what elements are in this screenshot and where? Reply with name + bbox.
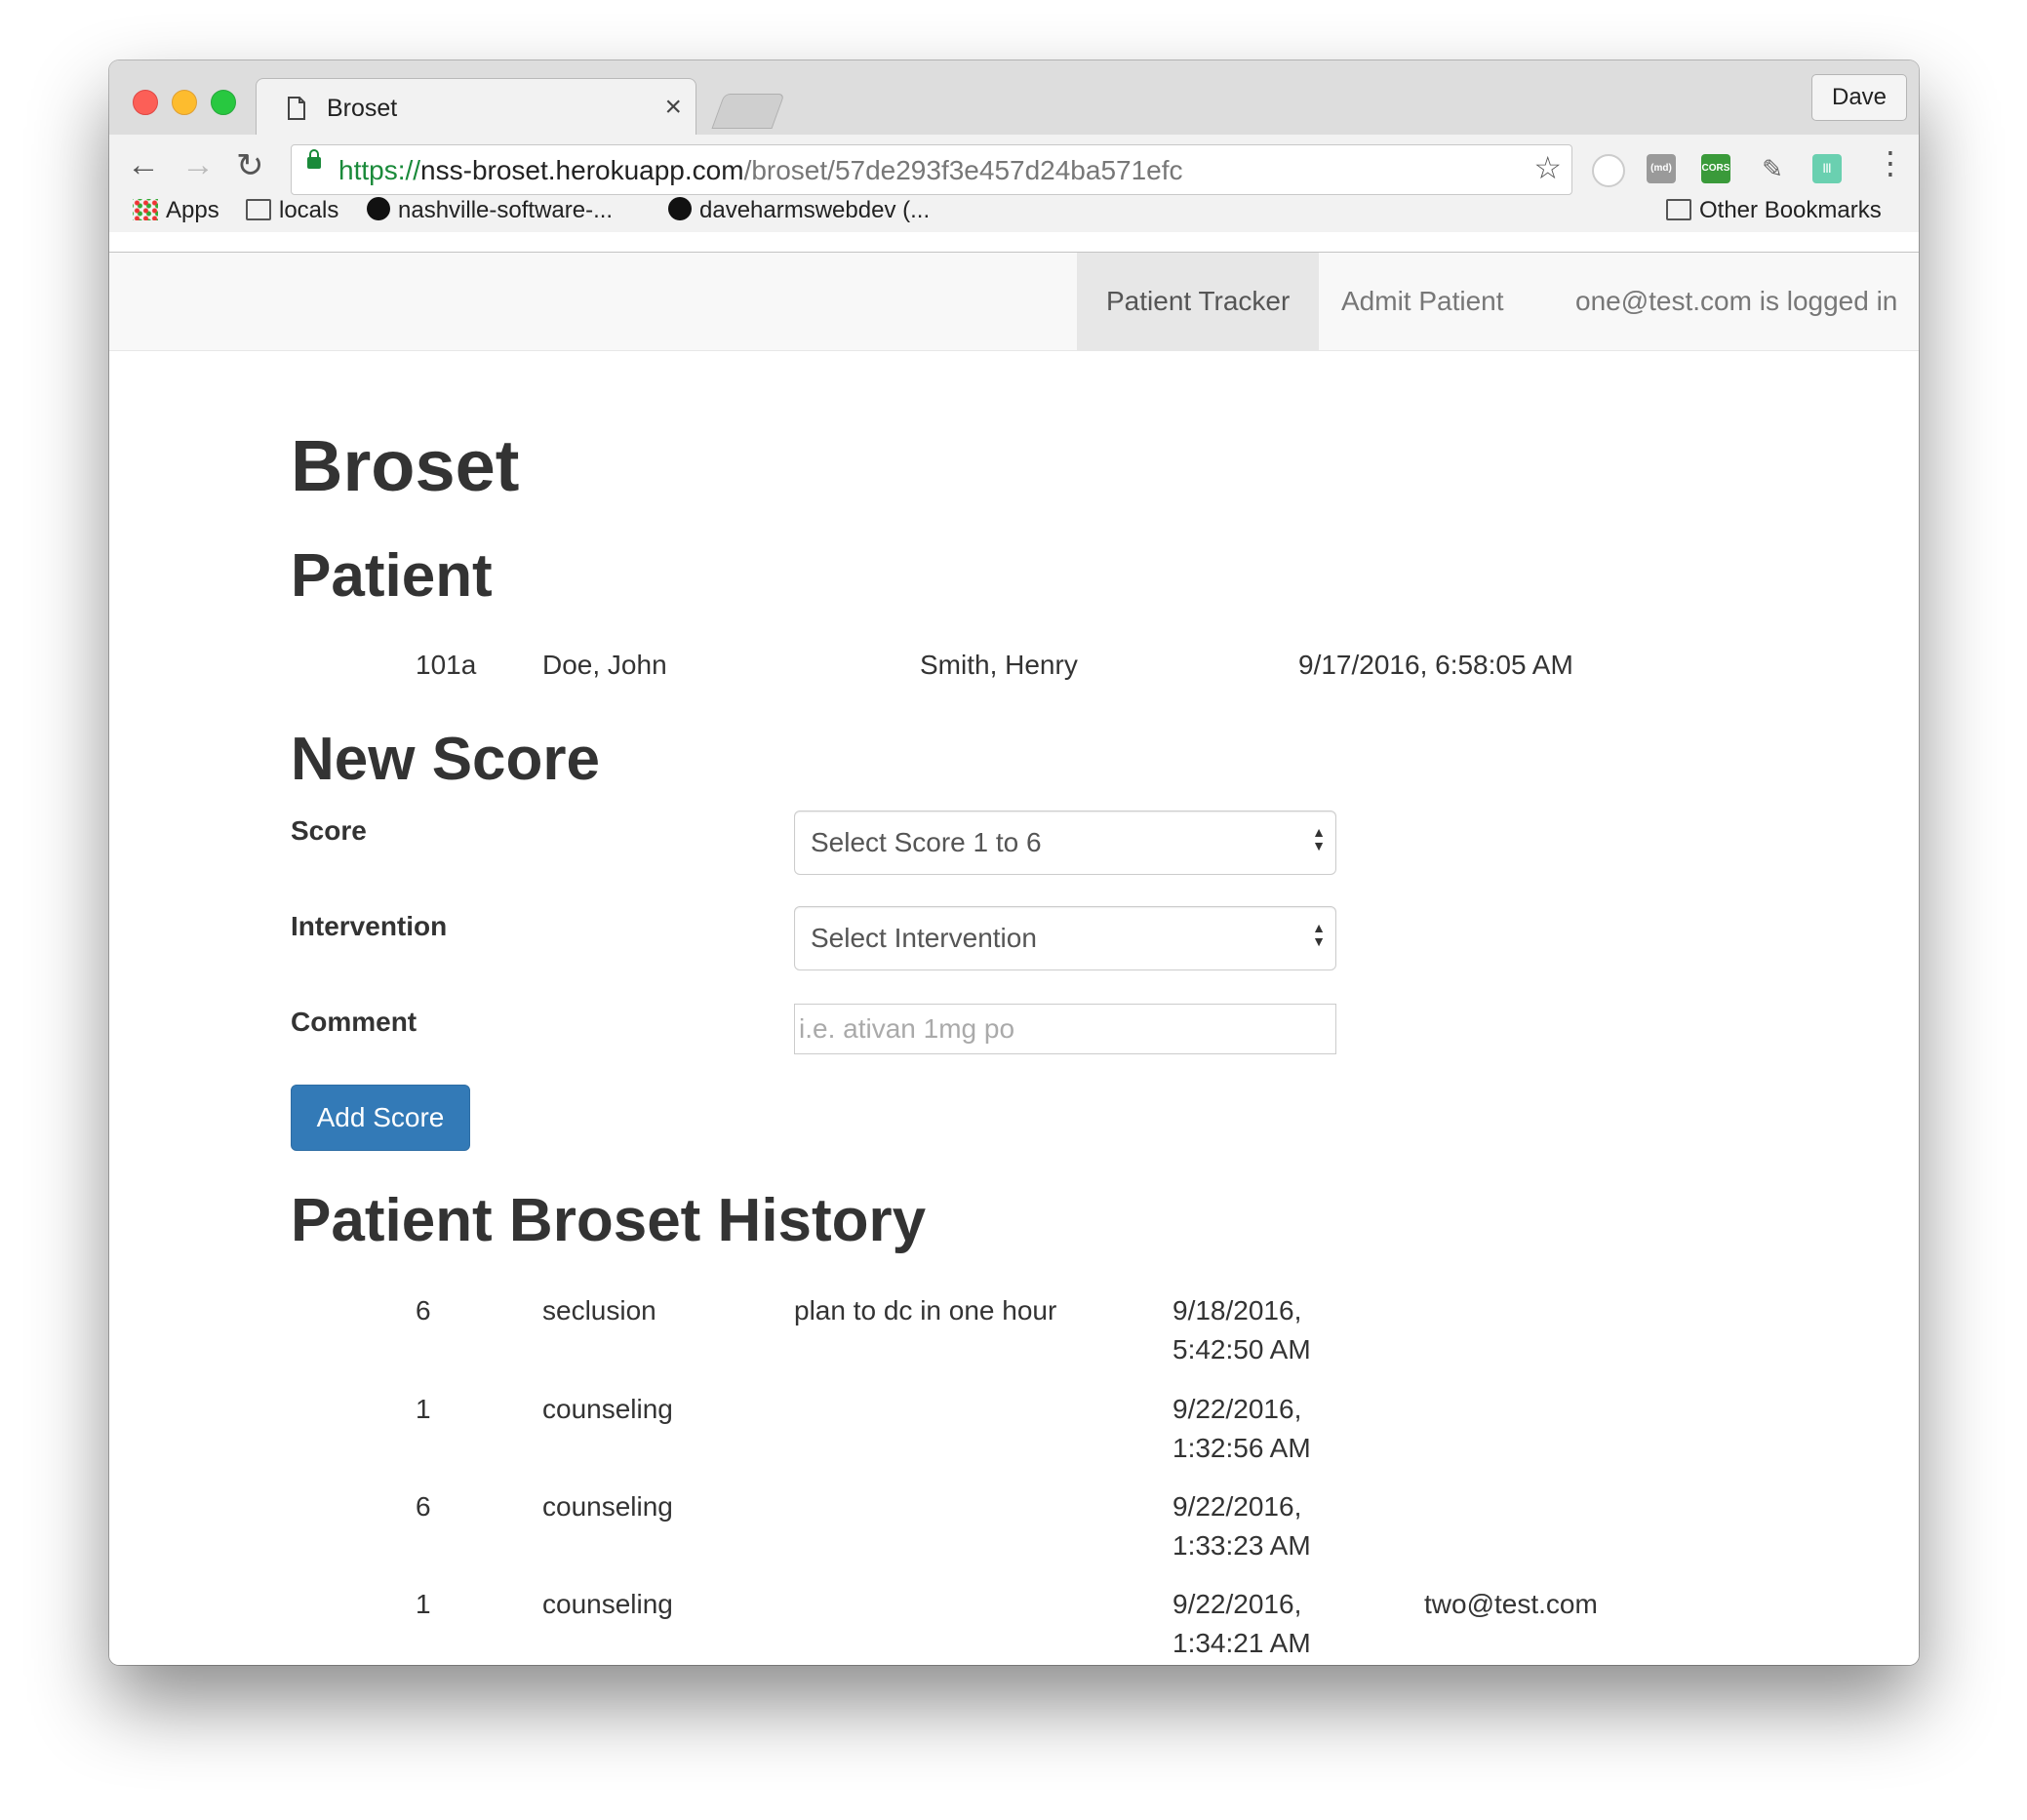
intervention-label: Intervention: [291, 911, 448, 941]
history-intervention: counseling: [542, 1394, 673, 1424]
apps-icon: [133, 199, 158, 220]
bookmark-other-bookmarks[interactable]: Other Bookmarks: [1666, 197, 1882, 224]
patient-heading: Patient: [291, 542, 493, 610]
bookmark-label: locals: [279, 197, 339, 223]
nav-patient-tracker[interactable]: Patient Tracker: [1077, 253, 1320, 350]
close-window-button[interactable]: [133, 90, 158, 115]
intervention-select[interactable]: Select Intervention ▲ ▼: [794, 906, 1336, 970]
zoom-window-button[interactable]: [211, 90, 236, 115]
intervention-select-value: Select Intervention: [811, 923, 1037, 953]
comment-label: Comment: [291, 1007, 417, 1037]
minimize-window-button[interactable]: [172, 90, 197, 115]
history-intervention: counseling: [542, 1491, 673, 1522]
add-score-button[interactable]: Add Score: [291, 1085, 470, 1151]
eyedropper-extension-icon[interactable]: ✎: [1758, 154, 1787, 183]
bookmark-label: Apps: [166, 197, 219, 223]
comment-input[interactable]: i.e. ativan 1mg po: [794, 1004, 1336, 1054]
audio-extension-icon[interactable]: |||: [1812, 154, 1842, 183]
bookmark-label: nashville-software-...: [398, 197, 614, 223]
browser-window: Broset × Dave ← → ↻ https://nss-broset.h…: [109, 60, 1919, 1665]
history-score: 1: [416, 1589, 431, 1619]
select-arrows-icon: ▲ ▼: [1312, 920, 1326, 949]
score-select[interactable]: Select Score 1 to 6 ▲ ▼: [794, 811, 1336, 875]
browser-tab-broset[interactable]: Broset ×: [256, 78, 696, 136]
bookmark-nashville-software[interactable]: nashville-software-...: [367, 197, 613, 224]
patient-room: 101a: [416, 650, 477, 680]
history-time: 5:42:50 AM: [1172, 1334, 1311, 1365]
history-time: 1:32:56 AM: [1172, 1433, 1311, 1463]
nav-admit-patient[interactable]: Admit Patient: [1312, 253, 1533, 350]
browser-menu-icon[interactable]: ⋮: [1875, 144, 1906, 181]
history-user: two@test.com: [1424, 1589, 1598, 1619]
page-title: Broset: [291, 425, 520, 506]
bookmark-label: Other Bookmarks: [1699, 197, 1882, 223]
address-bar[interactable]: https://nss-broset.herokuapp.com/broset/…: [291, 144, 1572, 195]
history-comment: plan to dc in one hour: [794, 1295, 1057, 1325]
history-date: 9/18/2016,: [1172, 1295, 1302, 1325]
history-score: 6: [416, 1295, 431, 1325]
patient-admitted-date: 9/17/2016, 6:58:05 AM: [1298, 650, 1573, 680]
github-icon: [668, 197, 692, 220]
logged-in-status: one@test.com is logged in: [1575, 286, 1898, 316]
extension-circle-icon[interactable]: [1592, 154, 1625, 187]
bookmark-locals[interactable]: locals: [246, 197, 338, 224]
markdown-extension-icon[interactable]: (md): [1647, 154, 1676, 183]
bookmark-label: daveharmswebdev (...: [699, 197, 931, 223]
page-icon: [288, 97, 305, 120]
github-icon: [367, 197, 390, 220]
reload-icon[interactable]: ↻: [236, 146, 264, 185]
app-navbar: Patient Tracker Admit Patient one@test.c…: [109, 253, 1919, 351]
bookmark-star-icon[interactable]: ☆: [1533, 149, 1562, 186]
history-score: 6: [416, 1491, 431, 1522]
patient-provider: Smith, Henry: [920, 650, 1078, 680]
close-tab-icon[interactable]: ×: [664, 91, 682, 124]
profile-button[interactable]: Dave: [1811, 74, 1907, 121]
history-time: 1:33:23 AM: [1172, 1530, 1311, 1561]
folder-icon: [246, 199, 271, 220]
url-scheme: https://: [338, 155, 421, 185]
url-path: /broset/57de293f3e457d24ba571efc: [743, 155, 1183, 185]
score-label: Score: [291, 815, 367, 846]
back-arrow-icon[interactable]: ←: [127, 146, 160, 184]
history-score: 1: [416, 1394, 431, 1424]
comment-placeholder: i.e. ativan 1mg po: [799, 1013, 1015, 1044]
page-viewport: Patient Tracker Admit Patient one@test.c…: [109, 253, 1919, 1665]
lock-icon: [307, 149, 321, 169]
folder-icon: [1666, 199, 1691, 220]
new-tab-button[interactable]: [711, 94, 785, 129]
history-date: 9/22/2016,: [1172, 1491, 1302, 1522]
bookmarks-bar: Apps locals nashville-software-... daveh…: [109, 197, 1919, 232]
bookmark-apps[interactable]: Apps: [133, 197, 219, 224]
history-time: 1:34:21 AM: [1172, 1628, 1311, 1658]
history-intervention: seclusion: [542, 1295, 656, 1325]
url-host: nss-broset.herokuapp.com: [420, 155, 744, 185]
cors-extension-icon[interactable]: CORS: [1701, 154, 1730, 183]
forward-arrow-icon[interactable]: →: [181, 146, 215, 184]
history-date: 9/22/2016,: [1172, 1394, 1302, 1424]
patient-name: Doe, John: [542, 650, 667, 680]
bookmark-daveharmswebdev[interactable]: daveharmswebdev (...: [668, 197, 930, 224]
url-text: https://nss-broset.herokuapp.com/broset/…: [338, 155, 1183, 186]
history-intervention: counseling: [542, 1589, 673, 1619]
tab-strip: Broset × Dave: [109, 60, 1919, 136]
history-heading: Patient Broset History: [291, 1187, 927, 1254]
tab-title: Broset: [327, 95, 398, 122]
browser-toolbar: ← → ↻ https://nss-broset.herokuapp.com/b…: [109, 135, 1919, 232]
score-select-value: Select Score 1 to 6: [811, 827, 1042, 857]
new-score-heading: New Score: [291, 726, 601, 793]
history-date: 9/22/2016,: [1172, 1589, 1302, 1619]
select-arrows-icon: ▲ ▼: [1312, 824, 1326, 853]
